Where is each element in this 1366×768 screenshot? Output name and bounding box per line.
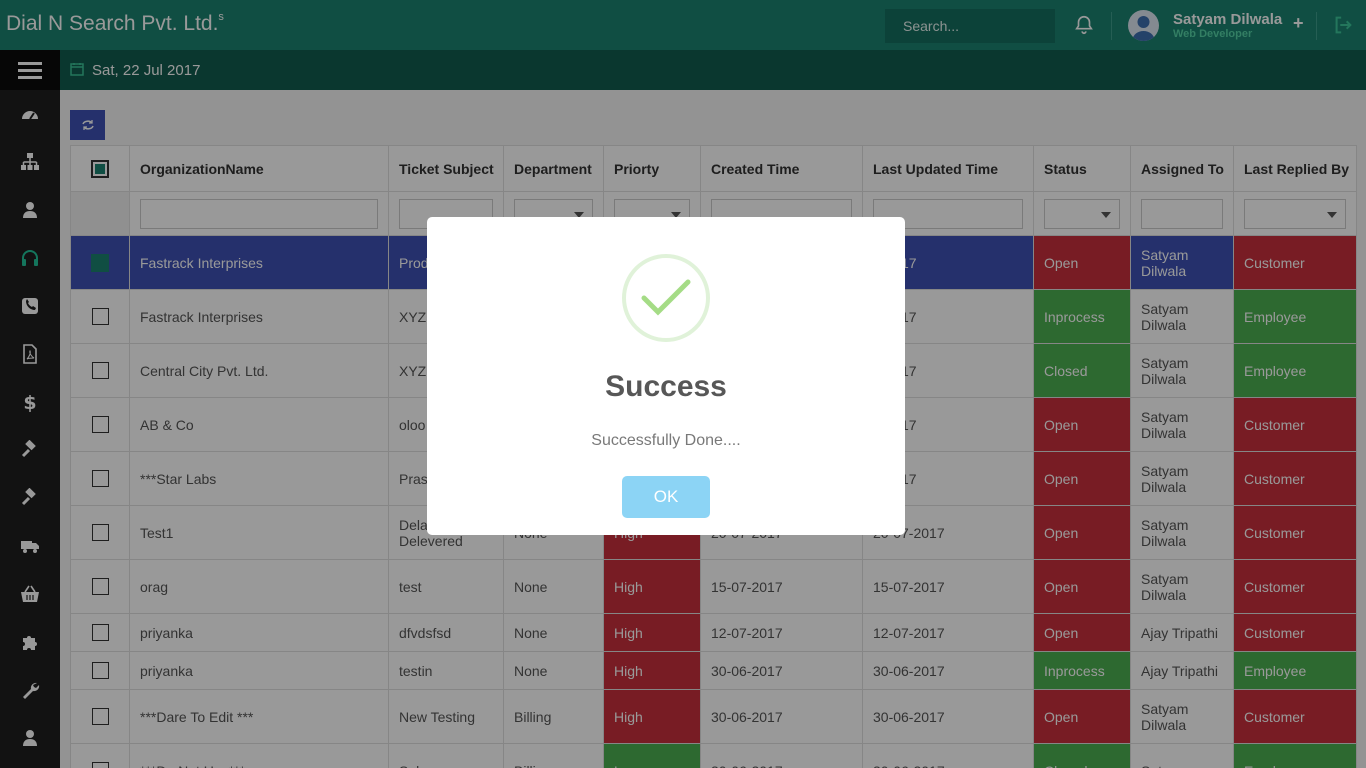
dialog-title: Success	[605, 370, 727, 403]
dialog-message: Successfully Done....	[591, 432, 741, 449]
success-check-icon	[622, 254, 710, 342]
ok-button[interactable]: OK	[622, 476, 710, 518]
success-dialog: Success Successfully Done.... OK	[427, 217, 905, 535]
